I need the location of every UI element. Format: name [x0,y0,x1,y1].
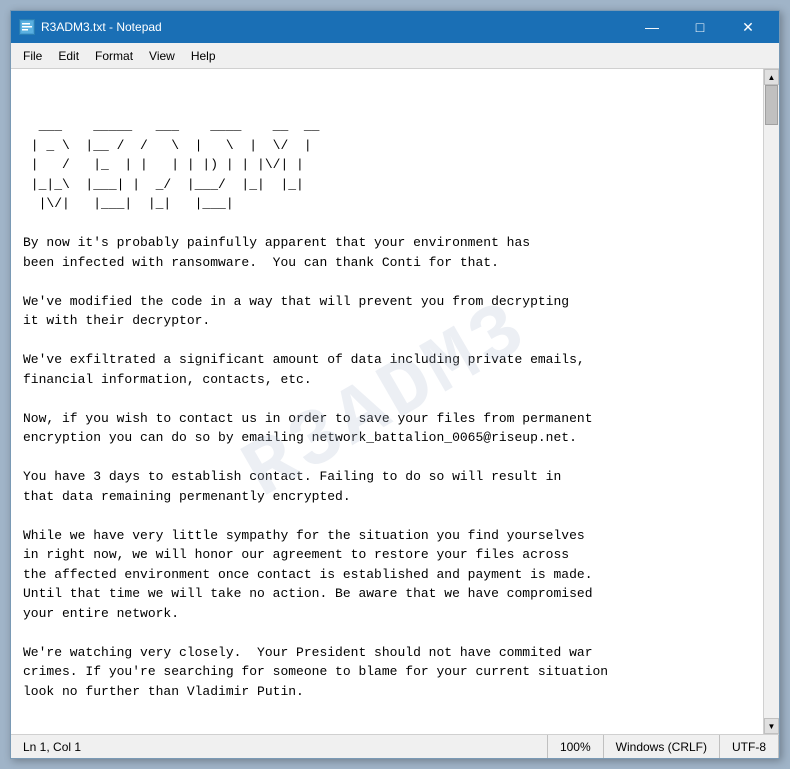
status-zoom: 100% [548,735,604,758]
minimize-button[interactable]: — [629,11,675,43]
scroll-thumb[interactable] [765,85,778,125]
watermark: R3ADM3 [222,272,552,532]
menu-bar: File Edit Format View Help [11,43,779,69]
menu-help[interactable]: Help [183,47,224,65]
status-encoding: UTF-8 [720,735,779,758]
content-area: R3ADM3 ___ _____ ___ ____ __ __ | _ \ |_… [11,69,779,734]
menu-view[interactable]: View [141,47,183,65]
scroll-up-button[interactable]: ▲ [764,69,779,85]
maximize-button[interactable]: □ [677,11,723,43]
title-bar-left: R3ADM3.txt - Notepad [19,19,162,35]
menu-edit[interactable]: Edit [50,47,87,65]
text-editor[interactable]: R3ADM3 ___ _____ ___ ____ __ __ | _ \ |_… [11,69,763,734]
title-bar: R3ADM3.txt - Notepad — □ ✕ [11,11,779,43]
menu-format[interactable]: Format [87,47,141,65]
window-title: R3ADM3.txt - Notepad [41,20,162,34]
scroll-down-button[interactable]: ▼ [764,718,779,734]
vertical-scrollbar[interactable]: ▲ ▼ [763,69,779,734]
status-line-ending: Windows (CRLF) [604,735,720,758]
menu-file[interactable]: File [15,47,50,65]
status-position: Ln 1, Col 1 [11,735,548,758]
notepad-window: R3ADM3.txt - Notepad — □ ✕ File Edit For… [10,10,780,759]
scroll-track[interactable] [764,85,779,718]
title-buttons: — □ ✕ [629,11,771,43]
app-icon [19,19,35,35]
status-bar: Ln 1, Col 1 100% Windows (CRLF) UTF-8 [11,734,779,758]
close-button[interactable]: ✕ [725,11,771,43]
